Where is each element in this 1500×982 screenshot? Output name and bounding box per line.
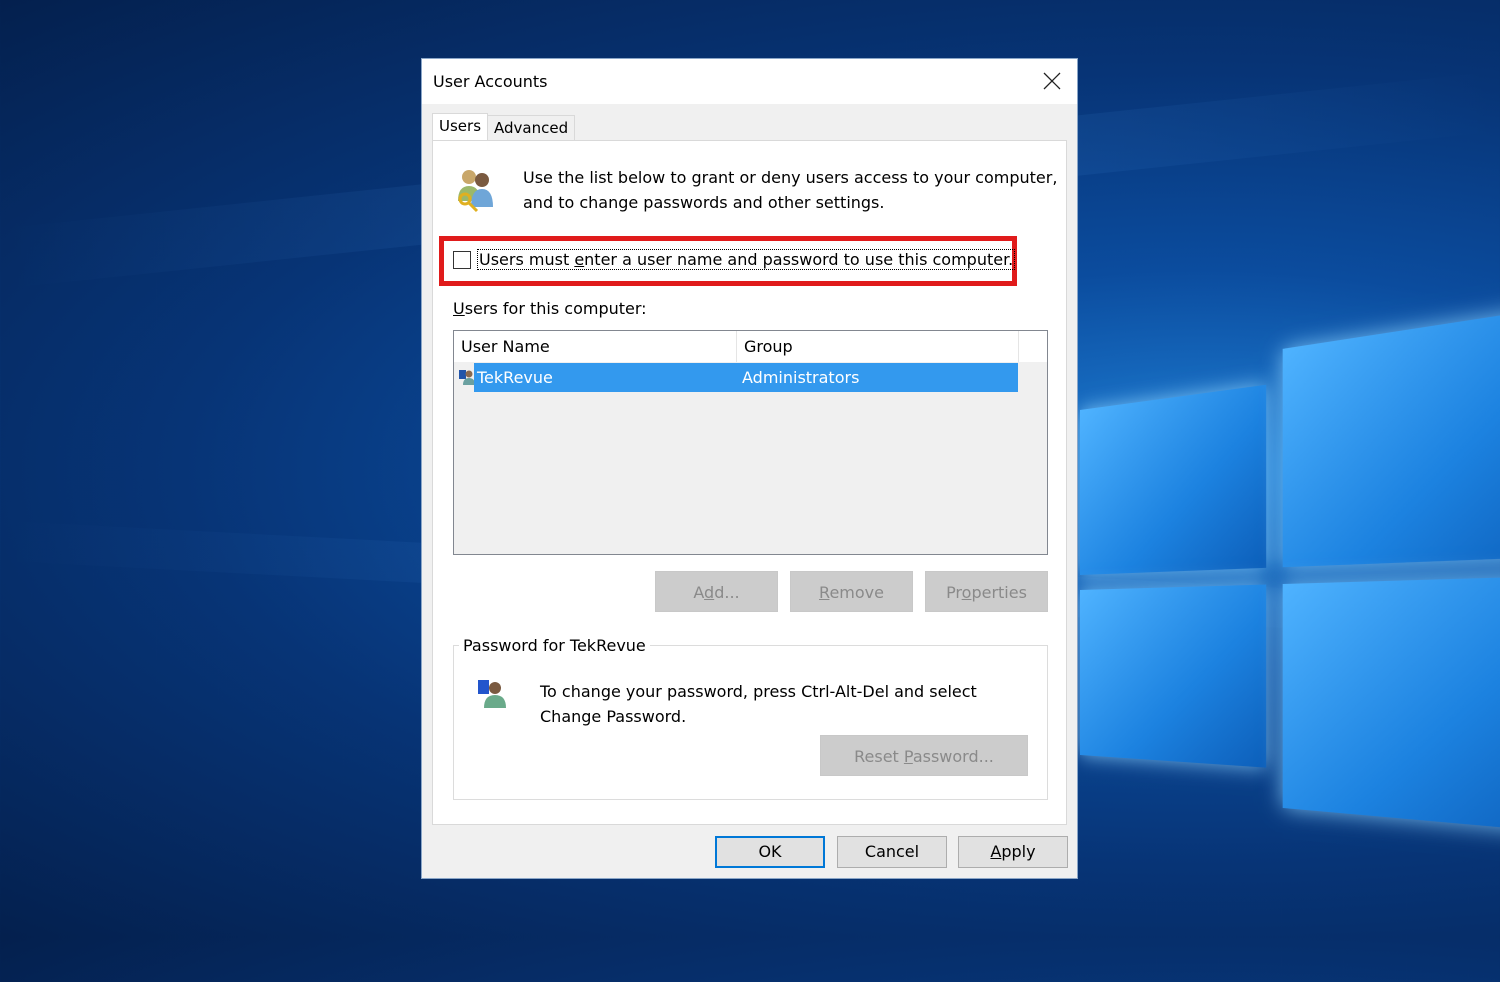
users-list-label: Users for this computer: [453,299,647,318]
remove-button[interactable]: Remove [790,571,913,612]
table-row[interactable]: TekRevue Administrators [474,363,1018,392]
password-group-title: Password for TekRevue [459,636,650,655]
reset-password-button[interactable]: Reset Password... [820,735,1028,776]
user-password-icon [478,680,506,708]
close-icon [1043,72,1061,90]
instruction-line: To change your password, press Ctrl-Alt-… [540,682,977,701]
intro-text: Use the list below to grant or deny user… [523,165,1063,215]
require-login-option[interactable]: Users must enter a user name and passwor… [453,249,1016,270]
cancel-button[interactable]: Cancel [837,836,947,868]
users-key-icon [458,170,493,213]
column-header-group[interactable]: Group [737,331,1019,362]
close-button[interactable] [1035,65,1069,97]
ok-button[interactable]: OK [715,836,825,868]
dialog-title: User Accounts [433,72,548,91]
tab-advanced[interactable]: Advanced [487,115,576,141]
password-group: Password for TekRevue To change your pas… [453,636,1048,800]
title-bar: User Accounts [422,59,1077,104]
windows-logo [1080,298,1500,982]
apply-button[interactable]: Apply [958,836,1068,868]
properties-button[interactable]: Properties [925,571,1048,612]
user-accounts-dialog: User Accounts Users Advanced Use the lis… [421,58,1078,879]
users-list[interactable]: User Name Group TekRevue Administrators [453,330,1048,555]
users-tab-panel: Use the list below to grant or deny user… [432,140,1067,825]
require-login-checkbox[interactable] [453,250,471,269]
intro-line: and to change passwords and other settin… [523,193,885,212]
user-name-cell: TekRevue [477,368,553,387]
add-button[interactable]: Add... [655,571,778,612]
tab-users[interactable]: Users [432,113,489,141]
instruction-line: Change Password. [540,707,687,726]
intro-line: Use the list below to grant or deny user… [523,168,1058,187]
column-header-user-name[interactable]: User Name [454,331,737,362]
group-cell: Administrators [742,368,860,387]
password-instructions: To change your password, press Ctrl-Alt-… [540,679,1020,729]
column-header-filler [1019,331,1047,362]
require-login-label[interactable]: Users must enter a user name and passwor… [477,249,1016,270]
